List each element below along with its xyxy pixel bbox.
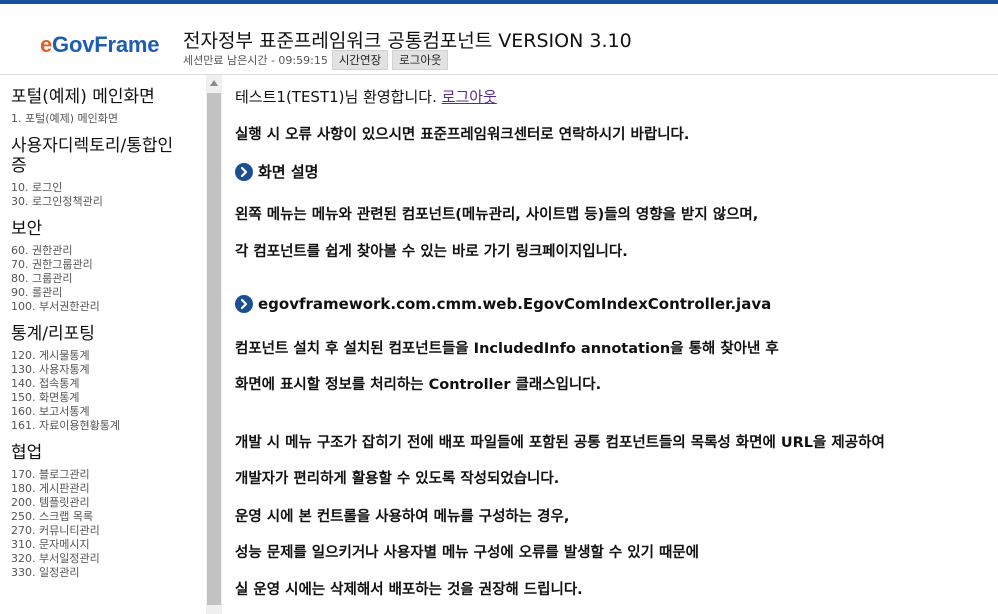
paragraph-line: 각 컴포넌트를 쉽게 찾아볼 수 있는 바로 가기 링크페이지입니다. — [235, 244, 628, 260]
session-bar: 세션만료 남은시간 - 09:59:15 시간연장 로그아웃 — [183, 50, 449, 70]
sidebar-item[interactable]: 160. 보고서통계 — [11, 405, 206, 419]
sidebar-item[interactable]: 60. 권한관리 — [11, 244, 206, 258]
sidebar-item[interactable]: 310. 문자메시지 — [11, 538, 206, 552]
section-heading-controller: egovframework.com.cmm.web.EgovComIndexCo… — [235, 295, 771, 313]
paragraph-line: 개발자가 편리하게 활용할 수 있도록 작성되었습니다. — [235, 471, 560, 487]
sidebar-item[interactable]: 140. 접속통계 — [11, 377, 206, 391]
welcome-logout-link[interactable]: 로그아웃 — [442, 88, 497, 106]
welcome-message: 테스트1(TEST1)님 환영합니다. 로그아웃 — [235, 86, 497, 107]
sidebar-item[interactable]: 1. 포털(예제) 메인화면 — [11, 112, 206, 126]
paragraph-line: 개발 시 메뉴 구조가 잡히기 전에 배포 파일들에 포함된 공통 컴포넌트들의… — [235, 435, 885, 451]
logo-letter-e: e — [40, 32, 53, 57]
section-heading-screen-desc: 화면 설명 — [235, 161, 318, 182]
sidebar-item[interactable]: 161. 자료이용현황통계 — [11, 419, 206, 433]
egovframe-logo[interactable]: eGovFrame — [40, 32, 159, 58]
sidebar-item[interactable]: 80. 그룹관리 — [11, 272, 206, 286]
sidebar-section-title[interactable]: 보안 — [11, 219, 181, 239]
sidebar-item[interactable]: 250. 스크랩 목록 — [11, 510, 206, 524]
site-title: 전자정부 표준프레임워크 공통컴포넌트 VERSION 3.10 — [183, 30, 632, 52]
header: eGovFrame 전자정부 표준프레임워크 공통컴포넌트 VERSION 3.… — [0, 4, 998, 74]
sidebar-section-title[interactable]: 사용자디렉토리/통합인증 — [11, 136, 181, 176]
sidebar-section-title[interactable]: 통계/리포팅 — [11, 324, 181, 344]
sidebar-item[interactable]: 130. 사용자통계 — [11, 363, 206, 377]
sidebar-item[interactable]: 10. 로그인 — [11, 181, 206, 195]
section-title: egovframework.com.cmm.web.EgovComIndexCo… — [258, 295, 772, 313]
scroll-up-arrow-icon[interactable] — [206, 75, 222, 91]
paragraph-line: 실 운영 시에는 삭제해서 배포하는 것을 권장해 드립니다. — [235, 582, 583, 598]
logout-button[interactable]: 로그아웃 — [392, 50, 449, 70]
sidebar-scrollbar[interactable] — [206, 75, 222, 614]
extend-session-button[interactable]: 시간연장 — [331, 50, 389, 70]
sidebar-item[interactable]: 180. 게시판관리 — [11, 482, 206, 496]
sidebar-item[interactable]: 30. 로그인정책관리 — [11, 195, 206, 209]
chevron-right-circle-icon — [235, 295, 253, 313]
main-content: 테스트1(TEST1)님 환영합니다. 로그아웃 실행 시 오류 사항이 있으시… — [235, 75, 998, 614]
sidebar-section-title[interactable]: 협업 — [11, 443, 181, 463]
sidebar-item[interactable]: 270. 커뮤니티관리 — [11, 524, 206, 538]
session-timer: 세션만료 남은시간 - 09:59:15 — [183, 54, 328, 67]
chevron-right-circle-icon — [235, 162, 253, 181]
sidebar-menu: 포털(예제) 메인화면 1. 포털(예제) 메인화면 사용자디렉토리/통합인증 … — [0, 75, 206, 614]
scrollbar-thumb[interactable] — [207, 93, 221, 605]
sidebar-item[interactable]: 170. 블로그관리 — [11, 468, 206, 482]
sidebar-item[interactable]: 70. 권한그룹관리 — [11, 258, 206, 272]
sidebar-item[interactable]: 100. 부서권한관리 — [11, 300, 206, 314]
paragraph-line: 컴포넌트 설치 후 설치된 컴포넌트들을 IncludedInfo annota… — [235, 341, 779, 357]
sidebar-item[interactable]: 320. 부서일정관리 — [11, 552, 206, 566]
section-title: 화면 설명 — [258, 163, 319, 181]
logo-text: GovFrame — [52, 32, 160, 57]
paragraph-line: 화면에 표시할 정보를 처리하는 Controller 클래스입니다. — [235, 377, 602, 393]
paragraph-line: 성능 문제를 일으키거나 사용자별 메뉴 구성에 오류를 발생할 수 있기 때문… — [235, 545, 700, 561]
sidebar-section-title[interactable]: 포털(예제) 메인화면 — [11, 87, 181, 107]
sidebar-item[interactable]: 330. 일정관리 — [11, 566, 206, 580]
sidebar-item[interactable]: 150. 화면통계 — [11, 391, 206, 405]
sidebar-item[interactable]: 120. 게시물통계 — [11, 349, 206, 363]
paragraph-line: 운영 시에 본 컨트롤을 사용하여 메뉴를 구성하는 경우, — [235, 509, 570, 525]
sidebar-item[interactable]: 200. 템플릿관리 — [11, 496, 206, 510]
paragraph-line: 왼쪽 메뉴는 메뉴와 관련된 컴포넌트(메뉴관리, 사이트맵 등)들의 영향을 … — [235, 207, 759, 223]
notice-text: 실행 시 오류 사항이 있으시면 표준프레임워크센터로 연락하시기 바랍니다. — [235, 127, 690, 143]
sidebar-item[interactable]: 90. 롤관리 — [11, 286, 206, 300]
welcome-text: 테스트1(TEST1)님 환영합니다. — [235, 88, 437, 106]
